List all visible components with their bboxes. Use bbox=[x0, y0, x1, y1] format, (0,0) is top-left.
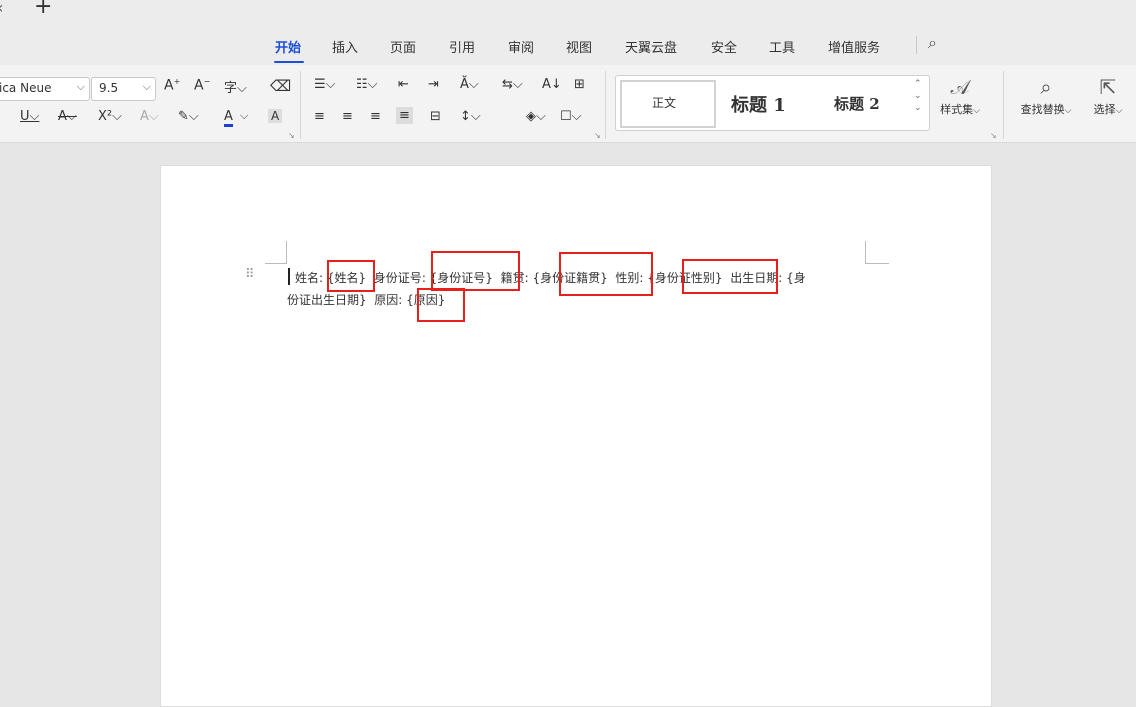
text-direction-icon[interactable]: Ă⌵ bbox=[460, 77, 479, 92]
highlight-box-id bbox=[431, 251, 520, 291]
font-size-value: 9.5 bbox=[99, 81, 119, 95]
active-tab-indicator bbox=[274, 61, 304, 63]
ribbon-divider bbox=[1003, 71, 1004, 139]
chevron-left-icon[interactable]: ‹ bbox=[0, 0, 3, 17]
dialog-launcher-icon[interactable]: ↘ bbox=[288, 131, 295, 140]
bullet-list-icon[interactable]: ☰⌵ bbox=[314, 77, 336, 92]
style-normal-label: 正文 bbox=[652, 96, 677, 110]
style-heading-2[interactable]: 标题 2 bbox=[826, 80, 910, 124]
find-replace-button[interactable]: ⌕ 查找替换⌵ bbox=[1012, 75, 1080, 117]
justify-icon[interactable]: ≡ bbox=[396, 107, 413, 124]
ribbon-toolbar: ica Neue ⌵ 9.5 ⌵ A+ A− 字⌵ ⌫ U⌵ A⌵ X²⌵ A⌵… bbox=[0, 65, 1136, 143]
menu-bar: 开始 插入 页面 引用 审阅 视图 天翼云盘 安全 工具 增值服务 ⌕ bbox=[0, 27, 1136, 65]
tab-strip: ‹ + bbox=[0, 0, 1136, 27]
phonetic-guide-icon[interactable]: 字⌵ bbox=[224, 77, 247, 96]
menu-value-added[interactable]: 增值服务 bbox=[828, 37, 880, 56]
numbered-list-icon[interactable]: ☷⌵ bbox=[356, 77, 378, 92]
menu-tools[interactable]: 工具 bbox=[769, 37, 795, 56]
search-icon: ⌕ bbox=[1040, 75, 1052, 99]
highlight-box-name bbox=[327, 260, 375, 292]
align-center-icon[interactable]: ≡ bbox=[342, 109, 353, 124]
highlight-icon[interactable]: ✎⌵ bbox=[178, 109, 199, 124]
table-grid-icon[interactable]: ⊞ bbox=[574, 77, 585, 92]
new-tab-button[interactable]: + bbox=[34, 0, 52, 19]
birth-date-placeholder-start: {身 bbox=[786, 271, 806, 285]
font-color-icon[interactable]: A bbox=[224, 109, 233, 127]
select-label: 选择 bbox=[1093, 103, 1116, 116]
style-heading-1-label: 标题 1 bbox=[731, 95, 786, 116]
dialog-launcher-icon[interactable]: ↘ bbox=[594, 131, 601, 140]
chevron-down-icon: ⌵ bbox=[142, 80, 151, 93]
drag-handle-icon[interactable]: ⠿ bbox=[245, 267, 254, 282]
find-replace-label: 查找替换 bbox=[1020, 103, 1065, 116]
ribbon-divider bbox=[605, 71, 606, 139]
chevron-down-icon[interactable]: ⌵ bbox=[240, 109, 248, 123]
birth-date-placeholder-end: 份证出生日期} bbox=[287, 293, 367, 307]
decrease-indent-icon[interactable]: ⇤ bbox=[398, 77, 409, 92]
distribute-icon[interactable]: ⊟ bbox=[430, 109, 441, 124]
highlight-box-gender bbox=[682, 259, 778, 294]
eraser-icon[interactable]: ⌫ bbox=[270, 77, 291, 95]
chevron-down-icon: ⌵ bbox=[76, 80, 85, 93]
menu-cloud-disk[interactable]: 天翼云盘 bbox=[625, 37, 677, 56]
reason-label: 原因 bbox=[374, 293, 399, 307]
sort-icon[interactable]: A↓ bbox=[542, 77, 562, 92]
paragraph-shading-icon[interactable]: ◈⌵ bbox=[526, 109, 546, 124]
menu-review[interactable]: 审阅 bbox=[508, 37, 534, 56]
line-break-icon[interactable]: ⇆⌵ bbox=[502, 77, 523, 92]
document-page[interactable]: ⠿ 姓名: {姓名} 身份证号: {身份证号} 籍贯: {身份证籍贯} 性别: … bbox=[160, 165, 992, 707]
menu-view[interactable]: 视图 bbox=[566, 37, 592, 56]
font-name-value: ica Neue bbox=[0, 81, 52, 95]
name-label: 姓名 bbox=[295, 271, 320, 285]
text-effect-icon[interactable]: A⌵ bbox=[140, 109, 159, 124]
cursor-arrow-icon: ⇱ bbox=[1099, 75, 1117, 99]
dialog-launcher-icon[interactable]: ↘ bbox=[990, 131, 997, 140]
ribbon-divider bbox=[300, 71, 301, 139]
strikethrough-icon[interactable]: A⌵ bbox=[58, 109, 77, 124]
char-shading-icon[interactable]: A bbox=[268, 109, 283, 123]
menu-divider bbox=[916, 36, 917, 54]
highlight-box-reason bbox=[417, 288, 465, 322]
grow-font-icon[interactable]: A+ bbox=[164, 77, 180, 94]
crop-mark bbox=[865, 263, 889, 264]
line-spacing-icon[interactable]: ↕⌵ bbox=[460, 109, 481, 124]
text-cursor bbox=[288, 268, 290, 285]
shrink-font-icon[interactable]: A− bbox=[194, 77, 210, 94]
menu-home[interactable]: 开始 bbox=[275, 37, 301, 56]
font-name-select[interactable]: ica Neue ⌵ bbox=[0, 77, 90, 101]
menu-security[interactable]: 安全 bbox=[711, 37, 737, 56]
menu-page[interactable]: 页面 bbox=[390, 37, 416, 56]
gallery-scroll-arrows[interactable]: ⌃ ⌄ ⌄ bbox=[914, 78, 922, 114]
menu-references[interactable]: 引用 bbox=[449, 37, 475, 56]
align-left-icon[interactable]: ≡ bbox=[314, 109, 325, 124]
font-size-select[interactable]: 9.5 ⌵ bbox=[91, 77, 156, 101]
crop-mark bbox=[265, 263, 287, 264]
style-set-icon: 𝒜 bbox=[950, 75, 970, 99]
style-heading-1[interactable]: 标题 1 bbox=[726, 80, 816, 124]
style-normal[interactable]: 正文 bbox=[620, 80, 716, 128]
menu-insert[interactable]: 插入 bbox=[332, 37, 358, 56]
id-label: 身份证号 bbox=[373, 271, 422, 285]
style-set-button[interactable]: 𝒜 样式集⌵ bbox=[935, 75, 985, 117]
underline-icon[interactable]: U⌵ bbox=[20, 109, 39, 124]
highlight-box-native-place bbox=[559, 252, 653, 296]
select-button[interactable]: ⇱ 选择⌵ bbox=[1084, 75, 1132, 117]
search-icon[interactable]: ⌕ bbox=[928, 33, 937, 53]
style-gallery: 正文 标题 1 标题 2 ⌃ ⌄ ⌄ bbox=[615, 75, 930, 131]
borders-icon[interactable]: ☐⌵ bbox=[560, 109, 582, 124]
superscript-icon[interactable]: X²⌵ bbox=[98, 109, 122, 124]
crop-mark bbox=[286, 241, 287, 263]
align-right-icon[interactable]: ≡ bbox=[370, 109, 381, 124]
crop-mark bbox=[865, 241, 866, 263]
increase-indent-icon[interactable]: ⇥ bbox=[428, 77, 439, 92]
style-set-label: 样式集 bbox=[940, 103, 974, 116]
style-heading-2-label: 标题 2 bbox=[834, 95, 880, 113]
